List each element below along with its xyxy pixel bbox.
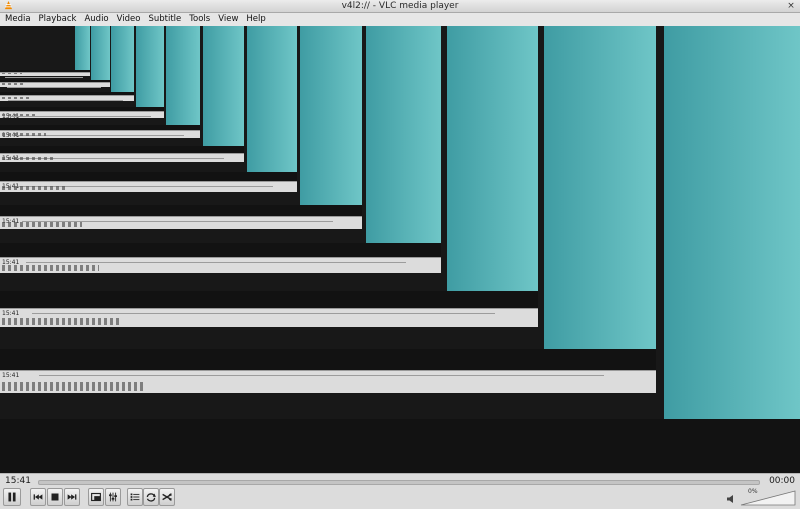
menu-audio[interactable]: Audio	[79, 13, 111, 26]
nested-buttons	[2, 186, 68, 190]
nested-screen	[75, 26, 90, 76]
menu-media[interactable]: Media	[0, 13, 34, 26]
nested-screen	[91, 26, 110, 87]
nested-controls: 15:41	[0, 308, 538, 327]
nested-controls: 15:41	[0, 257, 441, 273]
nested-time: 15:41	[2, 310, 20, 317]
nested-screen	[111, 26, 134, 101]
nested-screen	[366, 26, 441, 273]
shuffle-icon	[162, 493, 172, 501]
next-button[interactable]	[64, 488, 80, 506]
menu-view[interactable]: View	[213, 13, 241, 26]
nested-controls	[0, 95, 134, 101]
nested-controls: 15:41	[0, 370, 656, 393]
elapsed-time[interactable]: 15:41	[5, 476, 31, 486]
total-time[interactable]: 00:00	[769, 476, 795, 486]
video-output[interactable]: 15:41 15:41 15:41 15:41 15:41 15:41 15:41 15:41	[0, 26, 800, 473]
nested-buttons	[2, 83, 27, 85]
close-button[interactable]: ×	[786, 1, 796, 11]
nested-seek	[5, 77, 83, 78]
nested-screen	[664, 26, 800, 473]
nested-controls: 15:41	[0, 153, 244, 162]
nested-buttons	[2, 133, 46, 136]
nested-buttons	[2, 156, 56, 160]
nested-controls: 15:41	[0, 130, 200, 139]
pause-button[interactable]	[3, 488, 21, 506]
nested-buttons	[2, 265, 100, 271]
nested-seek	[8, 100, 124, 101]
nested-buttons	[2, 72, 22, 74]
nested-bezel	[0, 419, 800, 473]
previous-button[interactable]	[30, 488, 46, 506]
nested-screen	[136, 26, 164, 118]
nested-controls: 15:41	[0, 216, 362, 229]
stop-icon	[51, 493, 59, 501]
nested-buttons	[2, 382, 147, 391]
menu-video[interactable]: Video	[112, 13, 144, 26]
stop-button[interactable]	[47, 488, 63, 506]
pause-icon	[8, 492, 16, 502]
seek-slider[interactable]	[38, 480, 760, 485]
menu-playback[interactable]: Playback	[34, 13, 80, 26]
nested-seek	[32, 313, 495, 314]
nested-controls: 15:41	[0, 111, 164, 120]
speaker-icon[interactable]	[726, 494, 736, 504]
nested-seek	[9, 116, 151, 117]
nested-seek	[39, 375, 604, 376]
nested-screen	[447, 26, 538, 327]
skip-forward-icon	[67, 494, 77, 500]
nested-buttons	[2, 222, 82, 227]
nested-controls	[0, 72, 90, 78]
nested-screen	[544, 26, 656, 393]
nested-buttons	[2, 113, 39, 116]
menu-subtitle[interactable]: Subtitle	[143, 13, 184, 26]
nested-screen	[247, 26, 297, 192]
nested-time: 15:41	[2, 372, 20, 379]
nested-controls: 15:41	[0, 181, 297, 192]
fullscreen-icon	[91, 492, 101, 502]
volume-percent: 0%	[748, 488, 758, 495]
nested-buttons	[2, 97, 32, 99]
nested-seek	[26, 262, 406, 263]
loop-button[interactable]	[143, 488, 159, 506]
playlist-button[interactable]	[127, 488, 143, 506]
nested-screen	[166, 26, 200, 138]
skip-back-icon	[33, 494, 43, 500]
nested-buttons	[2, 317, 121, 325]
title-bar: v4l2:// - VLC media player ×	[0, 0, 800, 13]
menu-tools[interactable]: Tools	[184, 13, 213, 26]
fullscreen-button[interactable]	[88, 488, 104, 506]
equalizer-icon	[109, 492, 117, 502]
playlist-icon	[130, 493, 140, 501]
loop-icon	[146, 493, 156, 502]
nested-controls	[0, 82, 110, 88]
menu-bar: Media Playback Audio Video Subtitle Tool…	[0, 13, 800, 26]
nested-screen	[300, 26, 362, 229]
window-title: v4l2:// - VLC media player	[341, 1, 459, 11]
menu-help[interactable]: Help	[241, 13, 268, 26]
extended-settings-button[interactable]	[105, 488, 121, 506]
nested-frame	[0, 26, 90, 78]
nested-seek	[6, 87, 102, 88]
controls-bar: 15:41 00:00 0%	[0, 473, 800, 509]
shuffle-button[interactable]	[159, 488, 175, 506]
nested-screen	[203, 26, 244, 162]
